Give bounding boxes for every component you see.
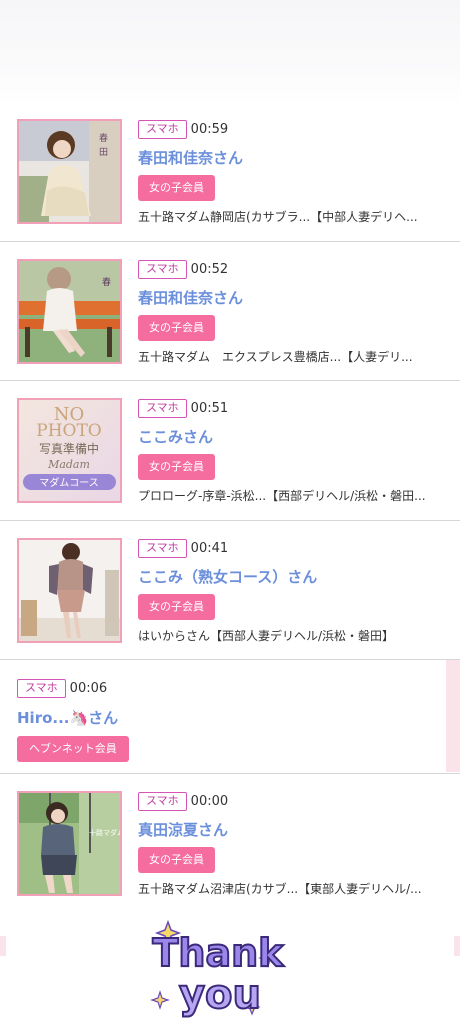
entry-meta: スマホ 00:59 春田和佳奈さん 女の子会員 五十路マダム静岡店(カサブラ...… [138, 119, 452, 225]
profile-photo[interactable] [17, 537, 122, 643]
device-badge: スマホ [17, 679, 66, 699]
device-badge: スマホ [138, 120, 187, 139]
thank-text: Thank [153, 931, 285, 975]
photo-watermark: 春 [99, 132, 108, 144]
member-type-badge: 女の子会員 [138, 314, 215, 341]
madam-script-text: Madam [47, 458, 90, 471]
photo-watermark: 田 [99, 147, 108, 158]
device-badge: スマホ [138, 399, 187, 419]
shop-info[interactable]: はいからさん【西部人妻デリヘル/浜松・磐田】 [138, 627, 452, 644]
list-item[interactable]: スマホ 00:06 Hiro...🦄さん ヘブンネット会員 [0, 660, 460, 775]
member-type-badge: 女の子会員 [138, 454, 215, 481]
shop-info[interactable]: 五十路マダム静岡店(カサブラ...【中部人妻デリヘ... [138, 208, 452, 225]
profile-photo[interactable]: 春 田 [17, 119, 122, 224]
entry-meta: スマホ 00:00 真田涼夏さん 女の子会員 五十路マダム沼津店(カサブ...【東… [138, 791, 452, 897]
access-history-list: 春 田 スマホ 00:59 春田和佳奈さん 女の子会員 五十路マダム静岡店(カサブ… [0, 102, 460, 905]
list-item[interactable]: NO PHOTO 写真準備中 Madam マダムコース スマホ 00:51 ここみ… [0, 381, 460, 521]
list-item[interactable]: 春 スマホ 00:52 春田和佳奈さん 女の子会員 五十路マダム エクスプレス豊橋… [0, 241, 460, 382]
entry-meta: スマホ 00:06 Hiro...🦄さん ヘブンネット会員 [17, 678, 452, 763]
access-time: 00:06 [69, 681, 108, 697]
no-photo-text: PHOTO [36, 421, 101, 441]
banner-right-accent [454, 936, 460, 956]
profile-photo[interactable]: 春 [17, 258, 122, 364]
profile-photo-image: 十路マダム [19, 793, 120, 895]
shop-info[interactable]: 五十路マダム沼津店(カサブ...【東部人妻デリヘル/... [138, 880, 452, 897]
madam-course-label: マダムコース [39, 476, 99, 489]
access-time: 00:41 [190, 540, 229, 556]
thank-you-illustration: Thank you [150, 919, 285, 1019]
entry-meta: スマホ 00:41 ここみ（熟女コース）さん 女の子会員 はいからさん【西部人妻デ… [138, 538, 452, 644]
profile-photo[interactable]: NO PHOTO 写真準備中 Madam マダムコース [17, 398, 122, 504]
profile-photo-image [19, 539, 120, 641]
thank-you-banner: Thank you [0, 906, 460, 1024]
profile-photo-image: 春 田 [19, 121, 120, 222]
member-type-badge: 女の子会員 [138, 593, 215, 620]
banner-left-accent [0, 936, 6, 956]
device-badge: スマホ [138, 259, 187, 279]
list-item[interactable]: 十路マダム スマホ00:00 真田涼夏さん 女の子会員 五十路マダム沼津店(カサ… [0, 774, 460, 905]
photo-watermark: 春 [102, 276, 111, 288]
member-name-link[interactable]: ここみさん [138, 426, 452, 447]
shop-info[interactable]: プロローグ-序章-浜松...【西部デリヘル/浜松・磐田... [138, 487, 452, 504]
access-time: 00:00 [190, 794, 229, 810]
shop-info[interactable]: 五十路マダム エクスプレス豊橋店...【人妻デリ... [138, 348, 452, 365]
member-name-link[interactable]: ここみ（熟女コース）さん [138, 566, 452, 587]
list-item[interactable]: 春 田 スマホ 00:59 春田和佳奈さん 女の子会員 五十路マダム静岡店(カサブ… [0, 102, 460, 242]
member-name-link[interactable]: Hiro...🦄さん [17, 707, 452, 728]
member-name-link[interactable]: 春田和佳奈さん [138, 147, 452, 168]
device-badge: スマホ [138, 792, 187, 812]
device-badge: スマホ [138, 538, 187, 558]
list-item[interactable]: スマホ 00:41 ここみ（熟女コース）さん 女の子会員 はいからさん【西部人妻デ… [0, 520, 460, 661]
access-time: 00:52 [190, 261, 229, 277]
photo-watermark: 十路マダム [89, 828, 120, 837]
member-type-badge: 女の子会員 [138, 175, 215, 201]
entry-meta: スマホ 00:51 ここみさん 女の子会員 プロローグ-序章-浜松...【西部デリ… [138, 398, 452, 504]
top-fade-area [0, 0, 460, 106]
member-name-link[interactable]: 春田和佳奈さん [138, 287, 452, 308]
member-name-link[interactable]: 真田涼夏さん [138, 819, 452, 840]
entry-meta: スマホ 00:52 春田和佳奈さん 女の子会員 五十路マダム エクスプレス豊橋店.… [138, 259, 452, 365]
you-text: you [179, 972, 261, 1018]
profile-photo[interactable]: 十路マダム [17, 791, 122, 897]
access-time: 00:59 [190, 122, 229, 137]
access-time: 00:51 [190, 401, 229, 417]
member-type-badge: ヘブンネット会員 [17, 736, 129, 763]
no-photo-placeholder: NO PHOTO 写真準備中 Madam マダムコース [19, 400, 120, 502]
profile-photo-image: 春 [19, 260, 120, 362]
member-type-badge: 女の子会員 [138, 847, 215, 874]
photo-preparing-text: 写真準備中 [39, 441, 99, 456]
